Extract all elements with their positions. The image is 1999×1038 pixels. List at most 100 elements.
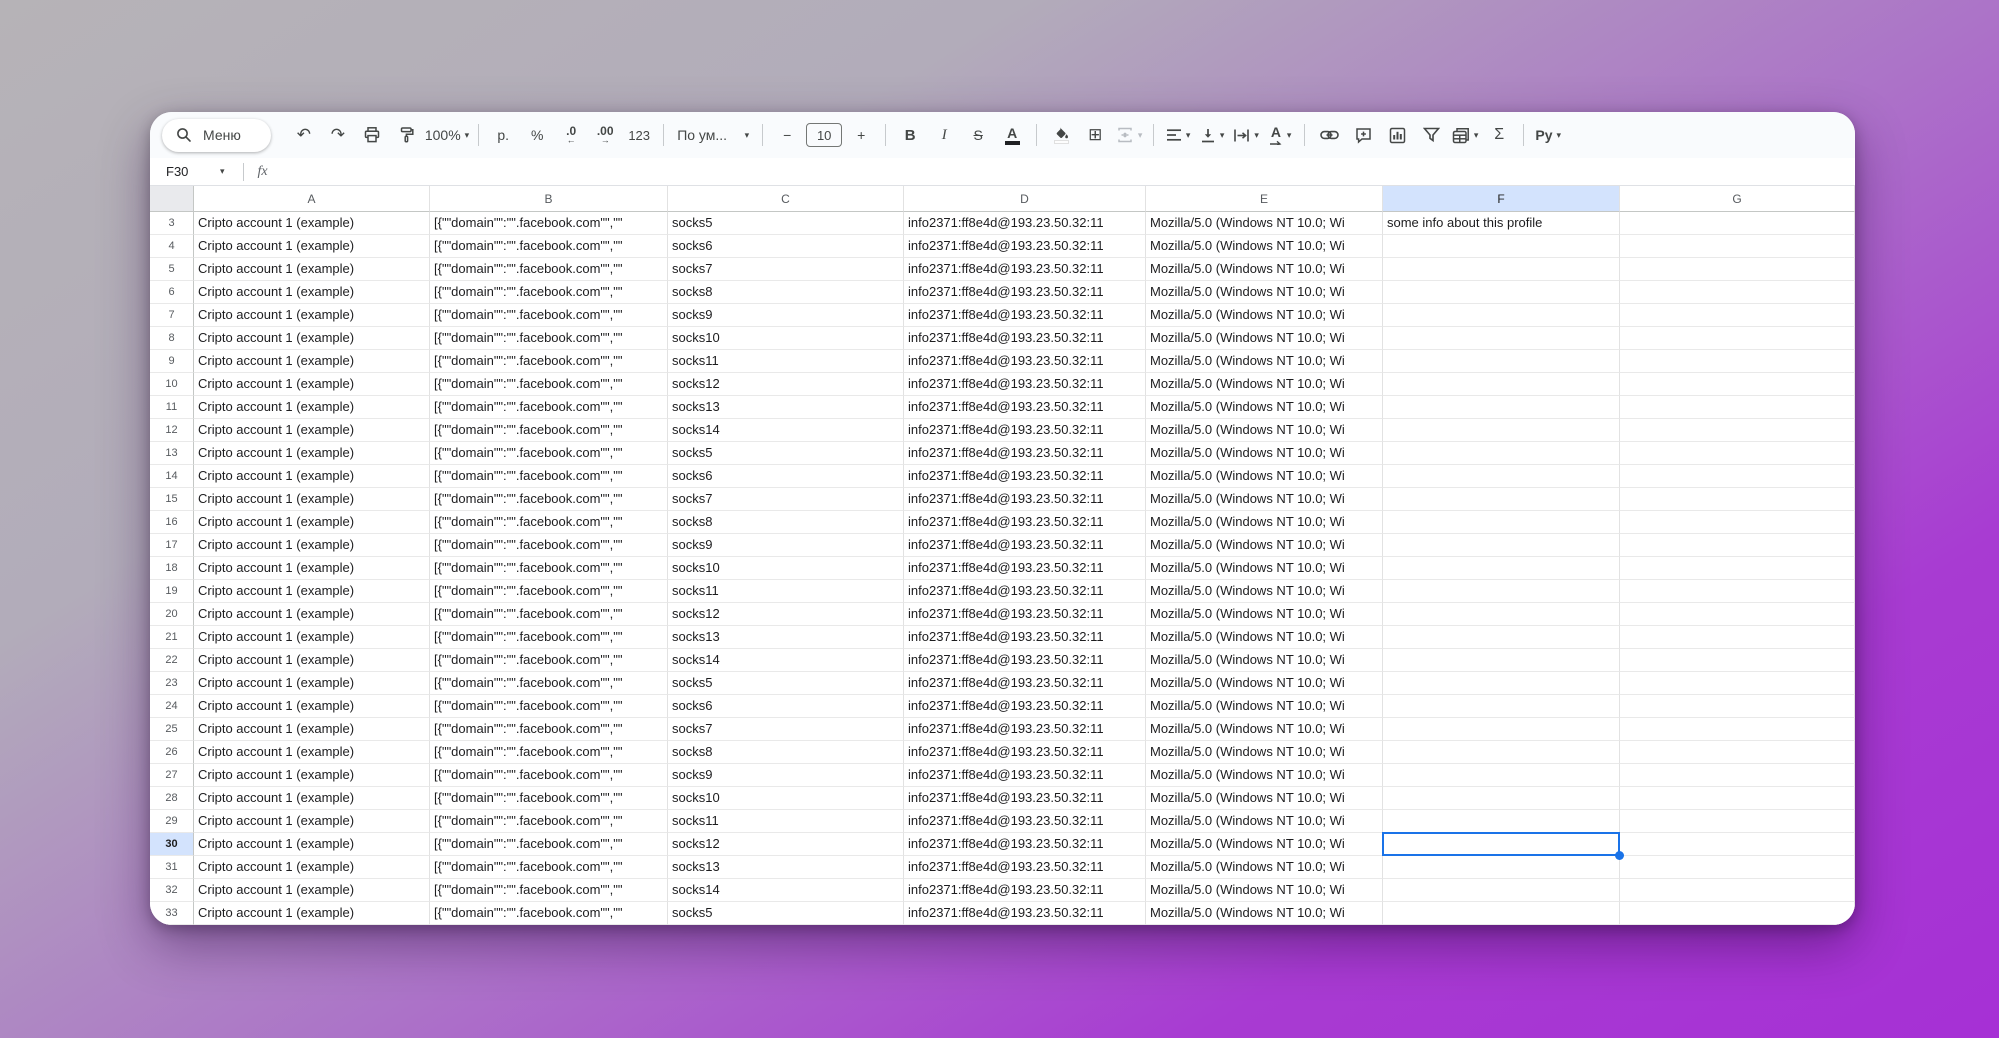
cell-C4[interactable]: socks6 xyxy=(668,235,904,258)
cell-D31[interactable]: info2371:ff8e4d@193.23.50.32:11 xyxy=(904,856,1146,879)
cell-D14[interactable]: info2371:ff8e4d@193.23.50.32:11 xyxy=(904,465,1146,488)
select-all-corner[interactable] xyxy=(150,186,194,212)
cell-G31[interactable] xyxy=(1620,856,1855,879)
cell-B15[interactable]: [{""domain"":"".facebook.com"","" xyxy=(430,488,668,511)
decrease-decimal-button[interactable]: .0 ← xyxy=(554,119,588,151)
cell-D33[interactable]: info2371:ff8e4d@193.23.50.32:11 xyxy=(904,902,1146,925)
cell-E5[interactable]: Mozilla/5.0 (Windows NT 10.0; Wi xyxy=(1146,258,1383,281)
cell-D26[interactable]: info2371:ff8e4d@193.23.50.32:11 xyxy=(904,741,1146,764)
cell-B28[interactable]: [{""domain"":"".facebook.com"","" xyxy=(430,787,668,810)
cell-F29[interactable] xyxy=(1383,810,1620,833)
cell-C9[interactable]: socks11 xyxy=(668,350,904,373)
cell-D6[interactable]: info2371:ff8e4d@193.23.50.32:11 xyxy=(904,281,1146,304)
vertical-align-button[interactable]: ▾ xyxy=(1195,119,1229,151)
cell-B17[interactable]: [{""domain"":"".facebook.com"","" xyxy=(430,534,668,557)
cell-A17[interactable]: Cripto account 1 (example) xyxy=(194,534,430,557)
print-button[interactable] xyxy=(355,119,389,151)
cell-B22[interactable]: [{""domain"":"".facebook.com"","" xyxy=(430,649,668,672)
cell-G22[interactable] xyxy=(1620,649,1855,672)
cell-F4[interactable] xyxy=(1383,235,1620,258)
cell-E3[interactable]: Mozilla/5.0 (Windows NT 10.0; Wi xyxy=(1146,212,1383,235)
row-header-29[interactable]: 29 xyxy=(150,810,194,833)
row-header-9[interactable]: 9 xyxy=(150,350,194,373)
cell-C24[interactable]: socks6 xyxy=(668,695,904,718)
cell-F10[interactable] xyxy=(1383,373,1620,396)
cell-D22[interactable]: info2371:ff8e4d@193.23.50.32:11 xyxy=(904,649,1146,672)
paint-format-button[interactable] xyxy=(389,119,423,151)
cell-E30[interactable]: Mozilla/5.0 (Windows NT 10.0; Wi xyxy=(1146,833,1383,856)
cell-E27[interactable]: Mozilla/5.0 (Windows NT 10.0; Wi xyxy=(1146,764,1383,787)
cell-A32[interactable]: Cripto account 1 (example) xyxy=(194,879,430,902)
cell-D5[interactable]: info2371:ff8e4d@193.23.50.32:11 xyxy=(904,258,1146,281)
cell-A31[interactable]: Cripto account 1 (example) xyxy=(194,856,430,879)
cell-C13[interactable]: socks5 xyxy=(668,442,904,465)
cell-A19[interactable]: Cripto account 1 (example) xyxy=(194,580,430,603)
cell-A15[interactable]: Cripto account 1 (example) xyxy=(194,488,430,511)
cell-B27[interactable]: [{""domain"":"".facebook.com"","" xyxy=(430,764,668,787)
cell-G24[interactable] xyxy=(1620,695,1855,718)
cell-G25[interactable] xyxy=(1620,718,1855,741)
cell-C22[interactable]: socks14 xyxy=(668,649,904,672)
name-box[interactable]: F30 xyxy=(150,164,220,179)
cell-E19[interactable]: Mozilla/5.0 (Windows NT 10.0; Wi xyxy=(1146,580,1383,603)
cell-B13[interactable]: [{""domain"":"".facebook.com"","" xyxy=(430,442,668,465)
cell-E24[interactable]: Mozilla/5.0 (Windows NT 10.0; Wi xyxy=(1146,695,1383,718)
cell-G7[interactable] xyxy=(1620,304,1855,327)
cell-D12[interactable]: info2371:ff8e4d@193.23.50.32:11 xyxy=(904,419,1146,442)
cell-F30[interactable] xyxy=(1383,833,1620,856)
cell-E33[interactable]: Mozilla/5.0 (Windows NT 10.0; Wi xyxy=(1146,902,1383,925)
row-header-7[interactable]: 7 xyxy=(150,304,194,327)
cell-F32[interactable] xyxy=(1383,879,1620,902)
column-header-G[interactable]: G xyxy=(1620,186,1855,212)
cell-C14[interactable]: socks6 xyxy=(668,465,904,488)
cell-B26[interactable]: [{""domain"":"".facebook.com"","" xyxy=(430,741,668,764)
cell-G16[interactable] xyxy=(1620,511,1855,534)
cell-E21[interactable]: Mozilla/5.0 (Windows NT 10.0; Wi xyxy=(1146,626,1383,649)
cell-D23[interactable]: info2371:ff8e4d@193.23.50.32:11 xyxy=(904,672,1146,695)
cell-B7[interactable]: [{""domain"":"".facebook.com"","" xyxy=(430,304,668,327)
cell-F25[interactable] xyxy=(1383,718,1620,741)
cell-E13[interactable]: Mozilla/5.0 (Windows NT 10.0; Wi xyxy=(1146,442,1383,465)
cell-G27[interactable] xyxy=(1620,764,1855,787)
row-header-31[interactable]: 31 xyxy=(150,856,194,879)
cell-A22[interactable]: Cripto account 1 (example) xyxy=(194,649,430,672)
cell-D15[interactable]: info2371:ff8e4d@193.23.50.32:11 xyxy=(904,488,1146,511)
cell-G8[interactable] xyxy=(1620,327,1855,350)
cell-G6[interactable] xyxy=(1620,281,1855,304)
column-header-A[interactable]: A xyxy=(194,186,430,212)
row-header-10[interactable]: 10 xyxy=(150,373,194,396)
cell-D20[interactable]: info2371:ff8e4d@193.23.50.32:11 xyxy=(904,603,1146,626)
cell-A4[interactable]: Cripto account 1 (example) xyxy=(194,235,430,258)
cell-E23[interactable]: Mozilla/5.0 (Windows NT 10.0; Wi xyxy=(1146,672,1383,695)
row-header-17[interactable]: 17 xyxy=(150,534,194,557)
text-color-button[interactable]: A xyxy=(995,119,1029,151)
cell-D7[interactable]: info2371:ff8e4d@193.23.50.32:11 xyxy=(904,304,1146,327)
cell-C30[interactable]: socks12 xyxy=(668,833,904,856)
cell-F9[interactable] xyxy=(1383,350,1620,373)
row-header-26[interactable]: 26 xyxy=(150,741,194,764)
cell-D16[interactable]: info2371:ff8e4d@193.23.50.32:11 xyxy=(904,511,1146,534)
cell-G5[interactable] xyxy=(1620,258,1855,281)
cell-C19[interactable]: socks11 xyxy=(668,580,904,603)
cell-F33[interactable] xyxy=(1383,902,1620,925)
decrease-font-size-button[interactable]: − xyxy=(770,119,804,151)
cell-F20[interactable] xyxy=(1383,603,1620,626)
create-filter-button[interactable] xyxy=(1414,119,1448,151)
cell-A28[interactable]: Cripto account 1 (example) xyxy=(194,787,430,810)
menu-search-pill[interactable]: Меню xyxy=(162,119,271,152)
cell-B30[interactable]: [{""domain"":"".facebook.com"","" xyxy=(430,833,668,856)
strikethrough-button[interactable]: S xyxy=(961,119,995,151)
cell-A9[interactable]: Cripto account 1 (example) xyxy=(194,350,430,373)
cell-B16[interactable]: [{""domain"":"".facebook.com"","" xyxy=(430,511,668,534)
cell-D27[interactable]: info2371:ff8e4d@193.23.50.32:11 xyxy=(904,764,1146,787)
row-header-21[interactable]: 21 xyxy=(150,626,194,649)
cell-F31[interactable] xyxy=(1383,856,1620,879)
cell-B18[interactable]: [{""domain"":"".facebook.com"","" xyxy=(430,557,668,580)
cell-A24[interactable]: Cripto account 1 (example) xyxy=(194,695,430,718)
cell-G15[interactable] xyxy=(1620,488,1855,511)
cell-A18[interactable]: Cripto account 1 (example) xyxy=(194,557,430,580)
cell-A12[interactable]: Cripto account 1 (example) xyxy=(194,419,430,442)
cell-E32[interactable]: Mozilla/5.0 (Windows NT 10.0; Wi xyxy=(1146,879,1383,902)
cell-A25[interactable]: Cripto account 1 (example) xyxy=(194,718,430,741)
cell-D30[interactable]: info2371:ff8e4d@193.23.50.32:11 xyxy=(904,833,1146,856)
